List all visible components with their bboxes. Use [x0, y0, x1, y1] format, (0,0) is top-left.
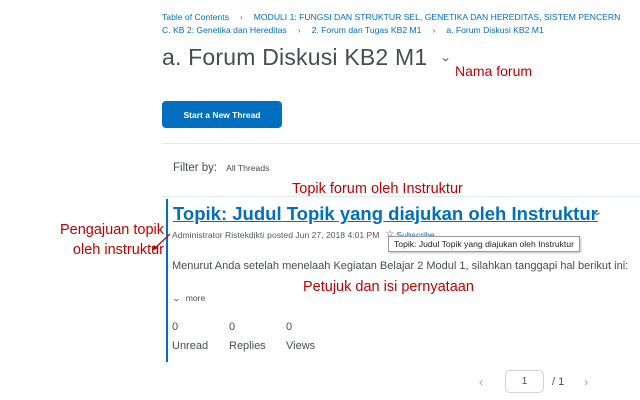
annotation-pengajuan-line-1: Pengajuan topik: [60, 222, 164, 238]
divider: [162, 143, 640, 144]
pagination: ‹ / 1 ›: [479, 370, 588, 393]
chevron-down-icon[interactable]: ⌄: [440, 51, 452, 64]
stat-replies-label: Replies: [229, 340, 266, 352]
thread-posted-date: posted Jun 27, 2018 4:01 PM: [267, 229, 380, 240]
breadcrumb-current[interactable]: a. Forum Diskusi KB2 M1: [446, 25, 543, 35]
page-title-row: a. Forum Diskusi KB2 M1 ⌄: [162, 44, 452, 71]
annotation-petunjuk: Petujuk dan isi pernyataan: [303, 279, 474, 295]
thread-author: Administrator Ristekdikti: [172, 229, 265, 240]
stat-unread: 0 Unread: [172, 318, 229, 356]
filter-label: Filter by:: [173, 162, 218, 174]
breadcrumb-link-kb2[interactable]: C. KB 2: Genetika dan Hereditas: [162, 25, 287, 35]
thread-body-preview: Menurut Anda setelah menelaah Kegiatan B…: [172, 260, 629, 272]
filter-bar: Filter by: All Threads: [173, 162, 269, 174]
stat-unread-value: 0: [172, 321, 179, 333]
page-number-input[interactable]: [505, 370, 544, 393]
chevron-left-icon[interactable]: ‹: [479, 375, 483, 389]
breadcrumb-separator-icon: ›: [297, 25, 301, 35]
left-margin: [0, 0, 150, 400]
breadcrumb: Table of Contents › MODULI 1: FUNGSI DAN S…: [162, 11, 640, 37]
breadcrumb-link-module[interactable]: MODULI 1: FUNGSI DAN STRUKTUR SEL, GENET…: [254, 12, 621, 22]
more-toggle[interactable]: ⌄ more: [171, 293, 206, 303]
breadcrumb-row-1: Table of Contents › MODULI 1: FUNGSI DAN S…: [162, 11, 640, 24]
more-label: more: [185, 293, 206, 303]
annotation-pengajuan-line-2: oleh instruktur: [72, 242, 164, 258]
chevron-down-icon[interactable]: ⌄: [592, 207, 603, 218]
stat-views: 0 Views: [286, 318, 315, 356]
page-title: a. Forum Diskusi KB2 M1: [162, 44, 428, 70]
annotation-arrow-icon: [152, 233, 171, 251]
breadcrumb-separator-icon: ›: [432, 25, 436, 35]
annotation-topik-forum: Topik forum oleh Instruktur: [292, 181, 463, 197]
stat-replies: 0 Replies: [229, 318, 286, 356]
breadcrumb-link-forum-tugas[interactable]: 2. Forum dan Tugas KB2 M1: [312, 25, 422, 35]
breadcrumb-row-2: C. KB 2: Genetika dan Hereditas › 2. Forum…: [162, 24, 640, 37]
thread-stats: 0 Unread 0 Replies 0 Views: [172, 318, 315, 356]
thread-accent-bar: [166, 199, 168, 362]
annotation-pengajuan: Pengajuan topik oleh instruktur: [38, 220, 164, 260]
stat-views-value: 0: [286, 321, 293, 333]
annotation-nama-forum: Nama forum: [455, 63, 533, 79]
thread-title-link[interactable]: Topik: Judul Topik yang diajukan oleh In…: [173, 203, 598, 225]
thread-title-tooltip: Topik: Judul Topik yang diajukan oleh In…: [388, 236, 580, 252]
chevron-down-icon: ⌄: [171, 293, 181, 303]
chevron-right-icon[interactable]: ›: [584, 375, 588, 389]
page-total: / 1: [552, 375, 565, 388]
breadcrumb-separator-icon: ›: [239, 12, 243, 22]
start-new-thread-button[interactable]: Start a New Thread: [162, 101, 282, 128]
stat-views-label: Views: [286, 340, 316, 352]
breadcrumb-link-toc[interactable]: Table of Contents: [162, 12, 229, 22]
stat-unread-label: Unread: [172, 340, 209, 352]
filter-select[interactable]: All Threads: [226, 163, 269, 173]
stat-replies-value: 0: [229, 321, 236, 333]
